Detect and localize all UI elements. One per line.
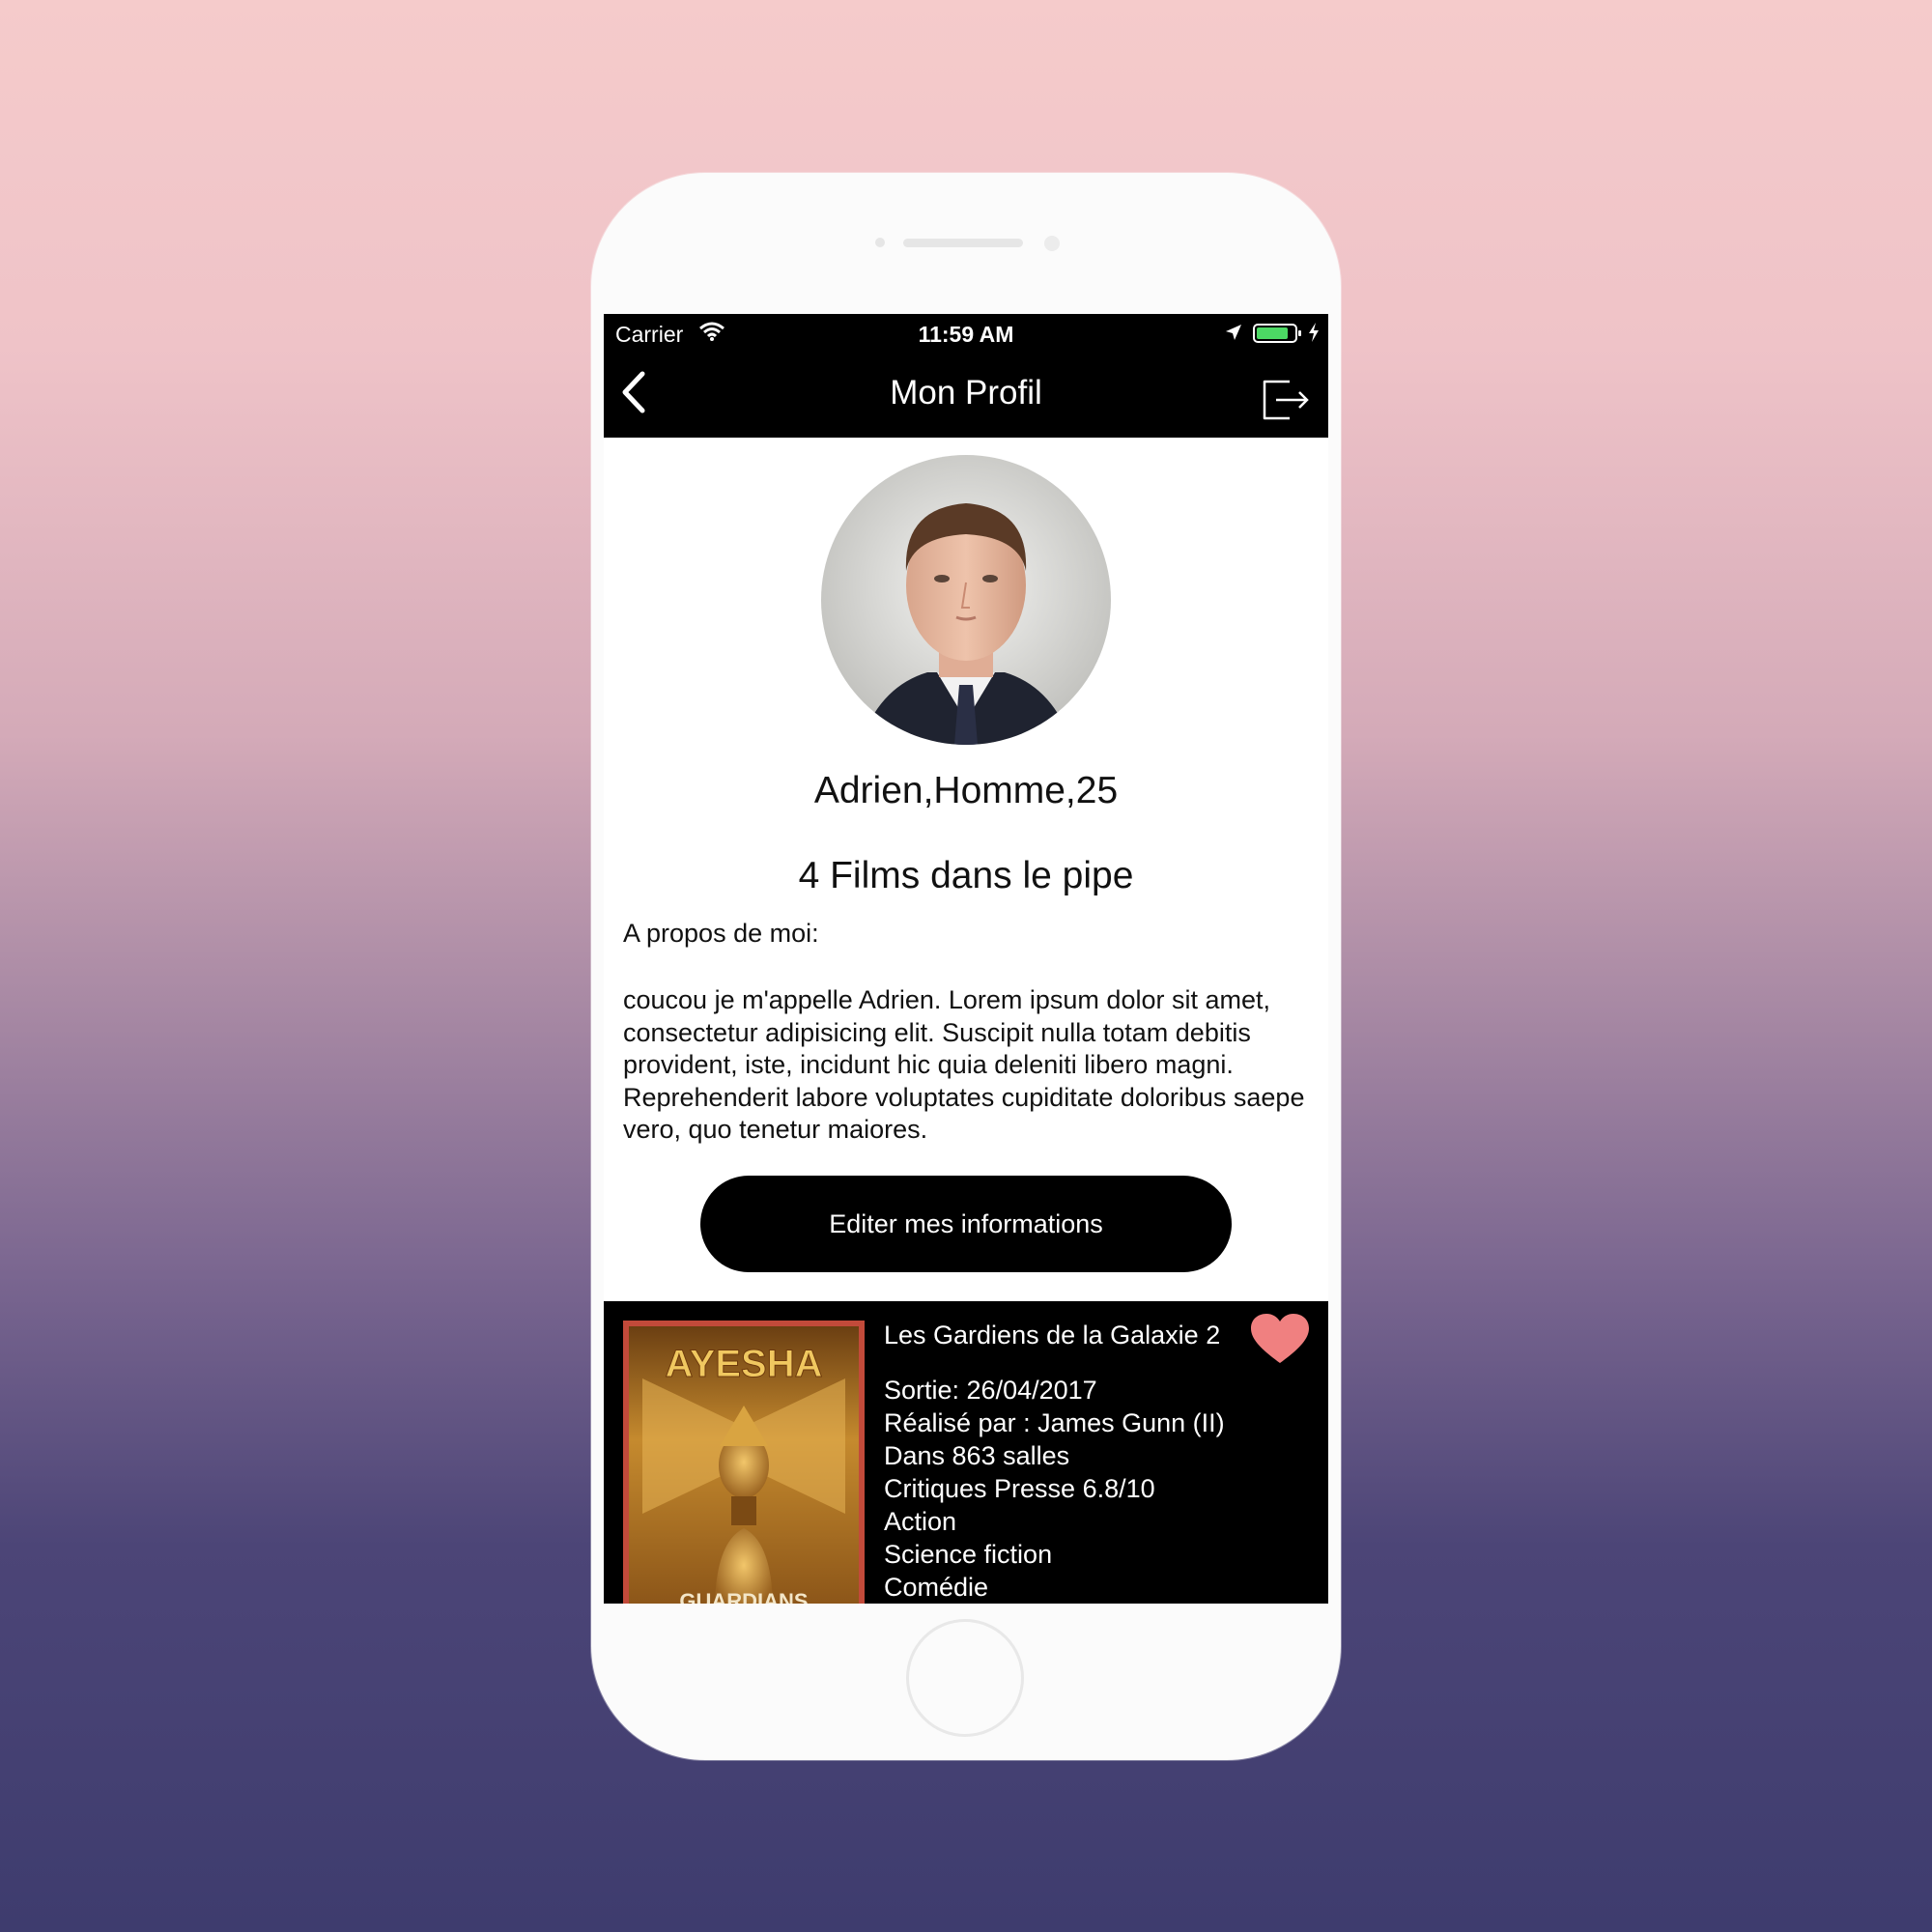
film-genre: Comédie bbox=[884, 1573, 989, 1602]
logout-icon[interactable] bbox=[1261, 378, 1311, 427]
film-card[interactable]: AYESHA GUARDIANS Les Gardiens de la Gala… bbox=[604, 1301, 1328, 1604]
edit-profile-button[interactable]: Editer mes informations bbox=[700, 1176, 1232, 1272]
heart-icon[interactable] bbox=[1249, 1313, 1311, 1370]
film-genre: Science fiction bbox=[884, 1540, 1053, 1569]
films-count: 4 Films dans le pipe bbox=[798, 855, 1134, 896]
film-press-rating: Critiques Presse 6.8/10 bbox=[884, 1474, 1155, 1503]
status-bar: Carrier 11:59 AM bbox=[604, 314, 1328, 353]
front-camera bbox=[1044, 236, 1060, 251]
speaker-grille bbox=[903, 239, 1023, 247]
film-title: Les Gardiens de la Galaxie 2 bbox=[884, 1321, 1221, 1350]
film-genre: Action bbox=[884, 1507, 957, 1536]
profile-name: Adrien,Homme,25 bbox=[813, 770, 1119, 811]
page-title: Mon Profil bbox=[890, 374, 1042, 412]
charging-bolt-icon bbox=[1307, 322, 1321, 348]
film-poster[interactable]: AYESHA GUARDIANS bbox=[623, 1321, 865, 1604]
film-details: Sortie: 26/04/2017 Réalisé par : James G… bbox=[884, 1374, 1225, 1604]
film-release: Sortie: 26/04/2017 bbox=[884, 1376, 1097, 1405]
battery-icon bbox=[1253, 324, 1303, 348]
nav-bar: Mon Profil bbox=[604, 353, 1328, 438]
poster-bottom-text: GUARDIANS bbox=[679, 1589, 808, 1604]
about-text: coucou je m'appelle Adrien. Lorem ipsum … bbox=[623, 985, 1305, 1144]
avatar bbox=[821, 455, 1111, 745]
app-screen: Carrier 11:59 AM Mon Profil Adrien,Homme… bbox=[604, 314, 1328, 1604]
film-director: Réalisé par : James Gunn (II) bbox=[884, 1408, 1225, 1437]
home-button[interactable] bbox=[906, 1619, 1024, 1737]
status-time: 11:59 AM bbox=[918, 322, 1014, 347]
sensor-dot bbox=[875, 238, 885, 247]
poster-title: AYESHA bbox=[665, 1343, 822, 1385]
film-theaters: Dans 863 salles bbox=[884, 1441, 1070, 1470]
location-icon bbox=[1224, 323, 1243, 347]
about-label: A propos de moi: bbox=[623, 919, 819, 948]
